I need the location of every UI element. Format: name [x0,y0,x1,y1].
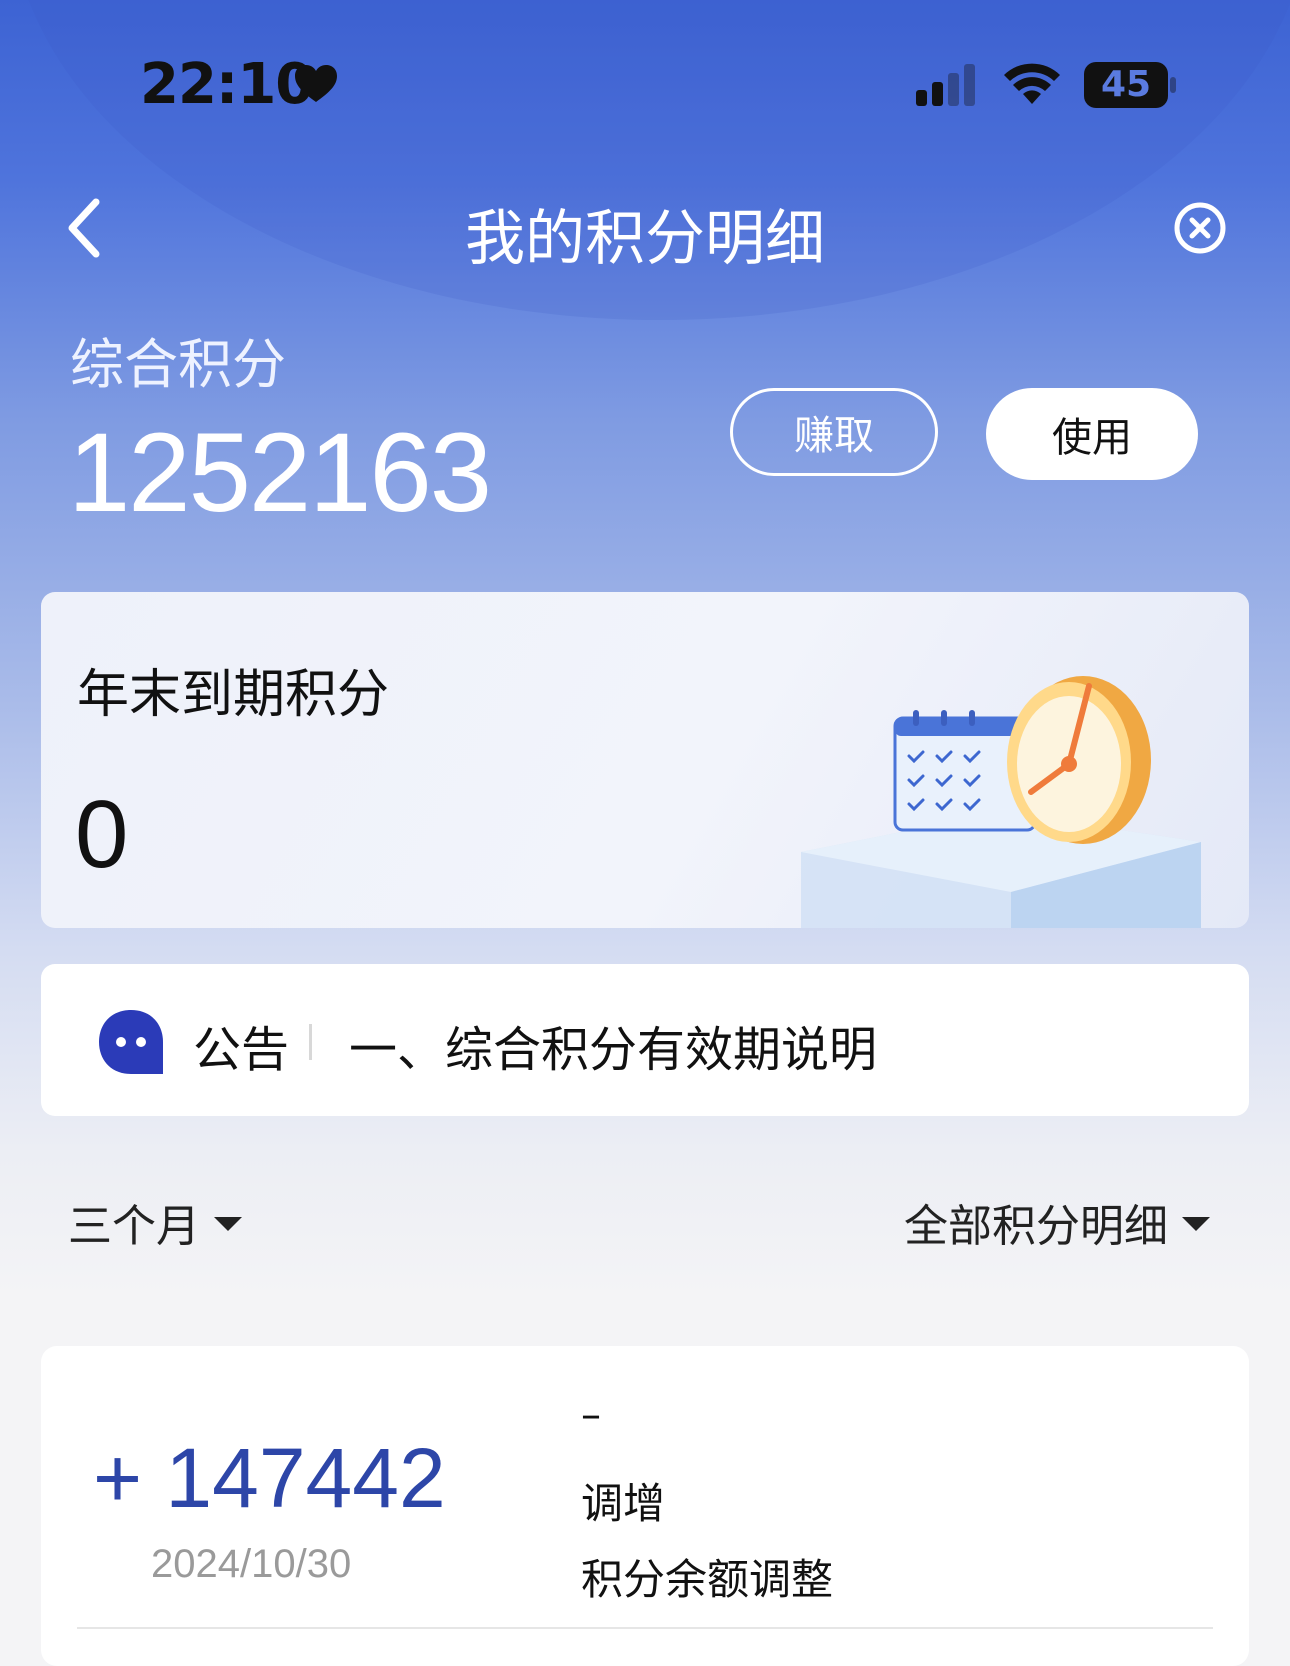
period-filter-label: 三个月 [68,1201,200,1252]
chat-bubble-icon [99,1010,163,1074]
record-amount: + 147442 [93,1431,446,1525]
caret-down-icon [214,1217,242,1231]
record-source: – [581,1392,601,1438]
announcement-bar[interactable]: 公告 一、综合积分有效期说明 [41,964,1249,1116]
points-record-list: + 147442 2024/10/30 – 调增 积分余额调整 [41,1346,1249,1666]
caret-down-icon [1182,1217,1210,1231]
expiring-points-card: 年末到期积分 0 [41,592,1249,928]
record-date: 2024/10/30 [151,1542,352,1586]
announcement-text[interactable]: 一、综合积分有效期说明 [349,1010,877,1080]
announcement-label: 公告 [193,1022,290,1078]
expiring-points-value: 0 [75,781,129,888]
use-button[interactable]: 使用 [986,388,1198,480]
close-circle-icon[interactable] [1173,201,1227,255]
total-points-value: 1252163 [68,410,492,535]
signal-icon [916,64,975,106]
period-filter-dropdown[interactable]: 三个月 [68,1190,242,1254]
total-points-label: 综合积分 [70,333,286,396]
announcement-divider [309,1024,312,1060]
earn-button[interactable]: 赚取 [730,388,938,476]
heart-icon [295,65,337,102]
category-filter-label: 全部积分明细 [904,1201,1168,1252]
status-time: 22:10 [140,52,314,117]
battery-icon: 45 [1084,62,1176,108]
page-title: 我的积分明细 [465,204,825,274]
expiring-points-label: 年末到期积分 [77,665,390,725]
calendar-clock-illustration [801,676,1201,928]
battery-level: 45 [1100,64,1152,105]
record-description: 积分余额调整 [581,1555,834,1604]
wifi-icon [1004,63,1060,104]
category-filter-dropdown[interactable]: 全部积分明细 [904,1190,1210,1254]
record-type: 调增 [581,1479,666,1528]
